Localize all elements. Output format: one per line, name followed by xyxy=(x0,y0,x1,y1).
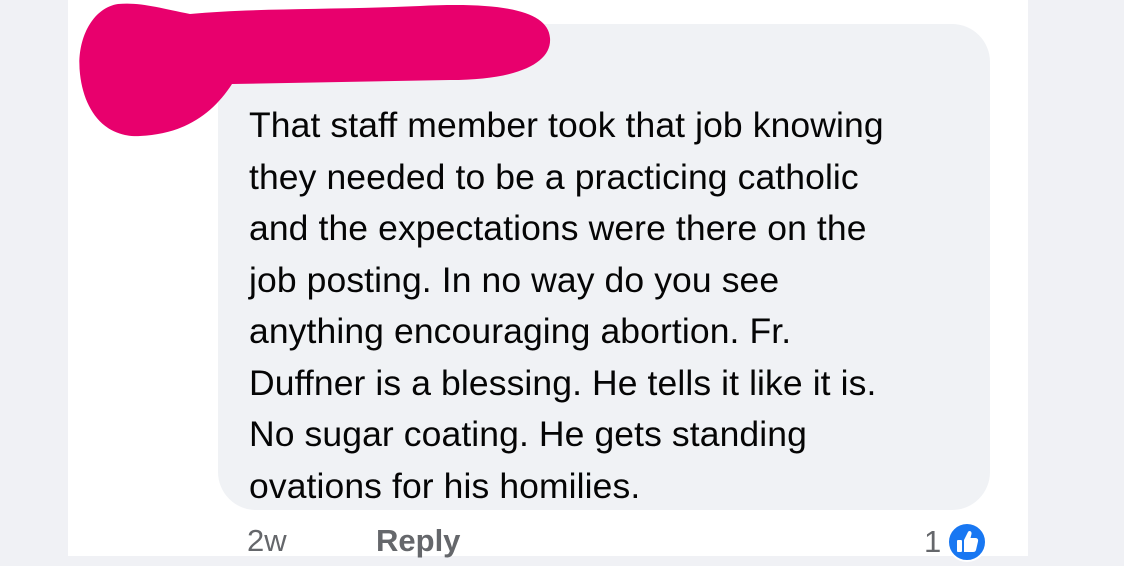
like-icon xyxy=(947,522,988,562)
comment-actions: 2w Reply 1 xyxy=(0,518,1124,566)
comment-text: That staff member took that job knowing … xyxy=(249,105,884,506)
reaction-count: 1 xyxy=(924,524,942,559)
timestamp[interactable]: 2w xyxy=(247,523,287,559)
reactions-summary[interactable]: 1 xyxy=(924,522,988,562)
reply-button[interactable]: Reply xyxy=(376,523,460,559)
comment-bubble: That staff member took that job knowing … xyxy=(218,24,990,510)
comment-page: That staff member took that job knowing … xyxy=(0,0,1124,566)
